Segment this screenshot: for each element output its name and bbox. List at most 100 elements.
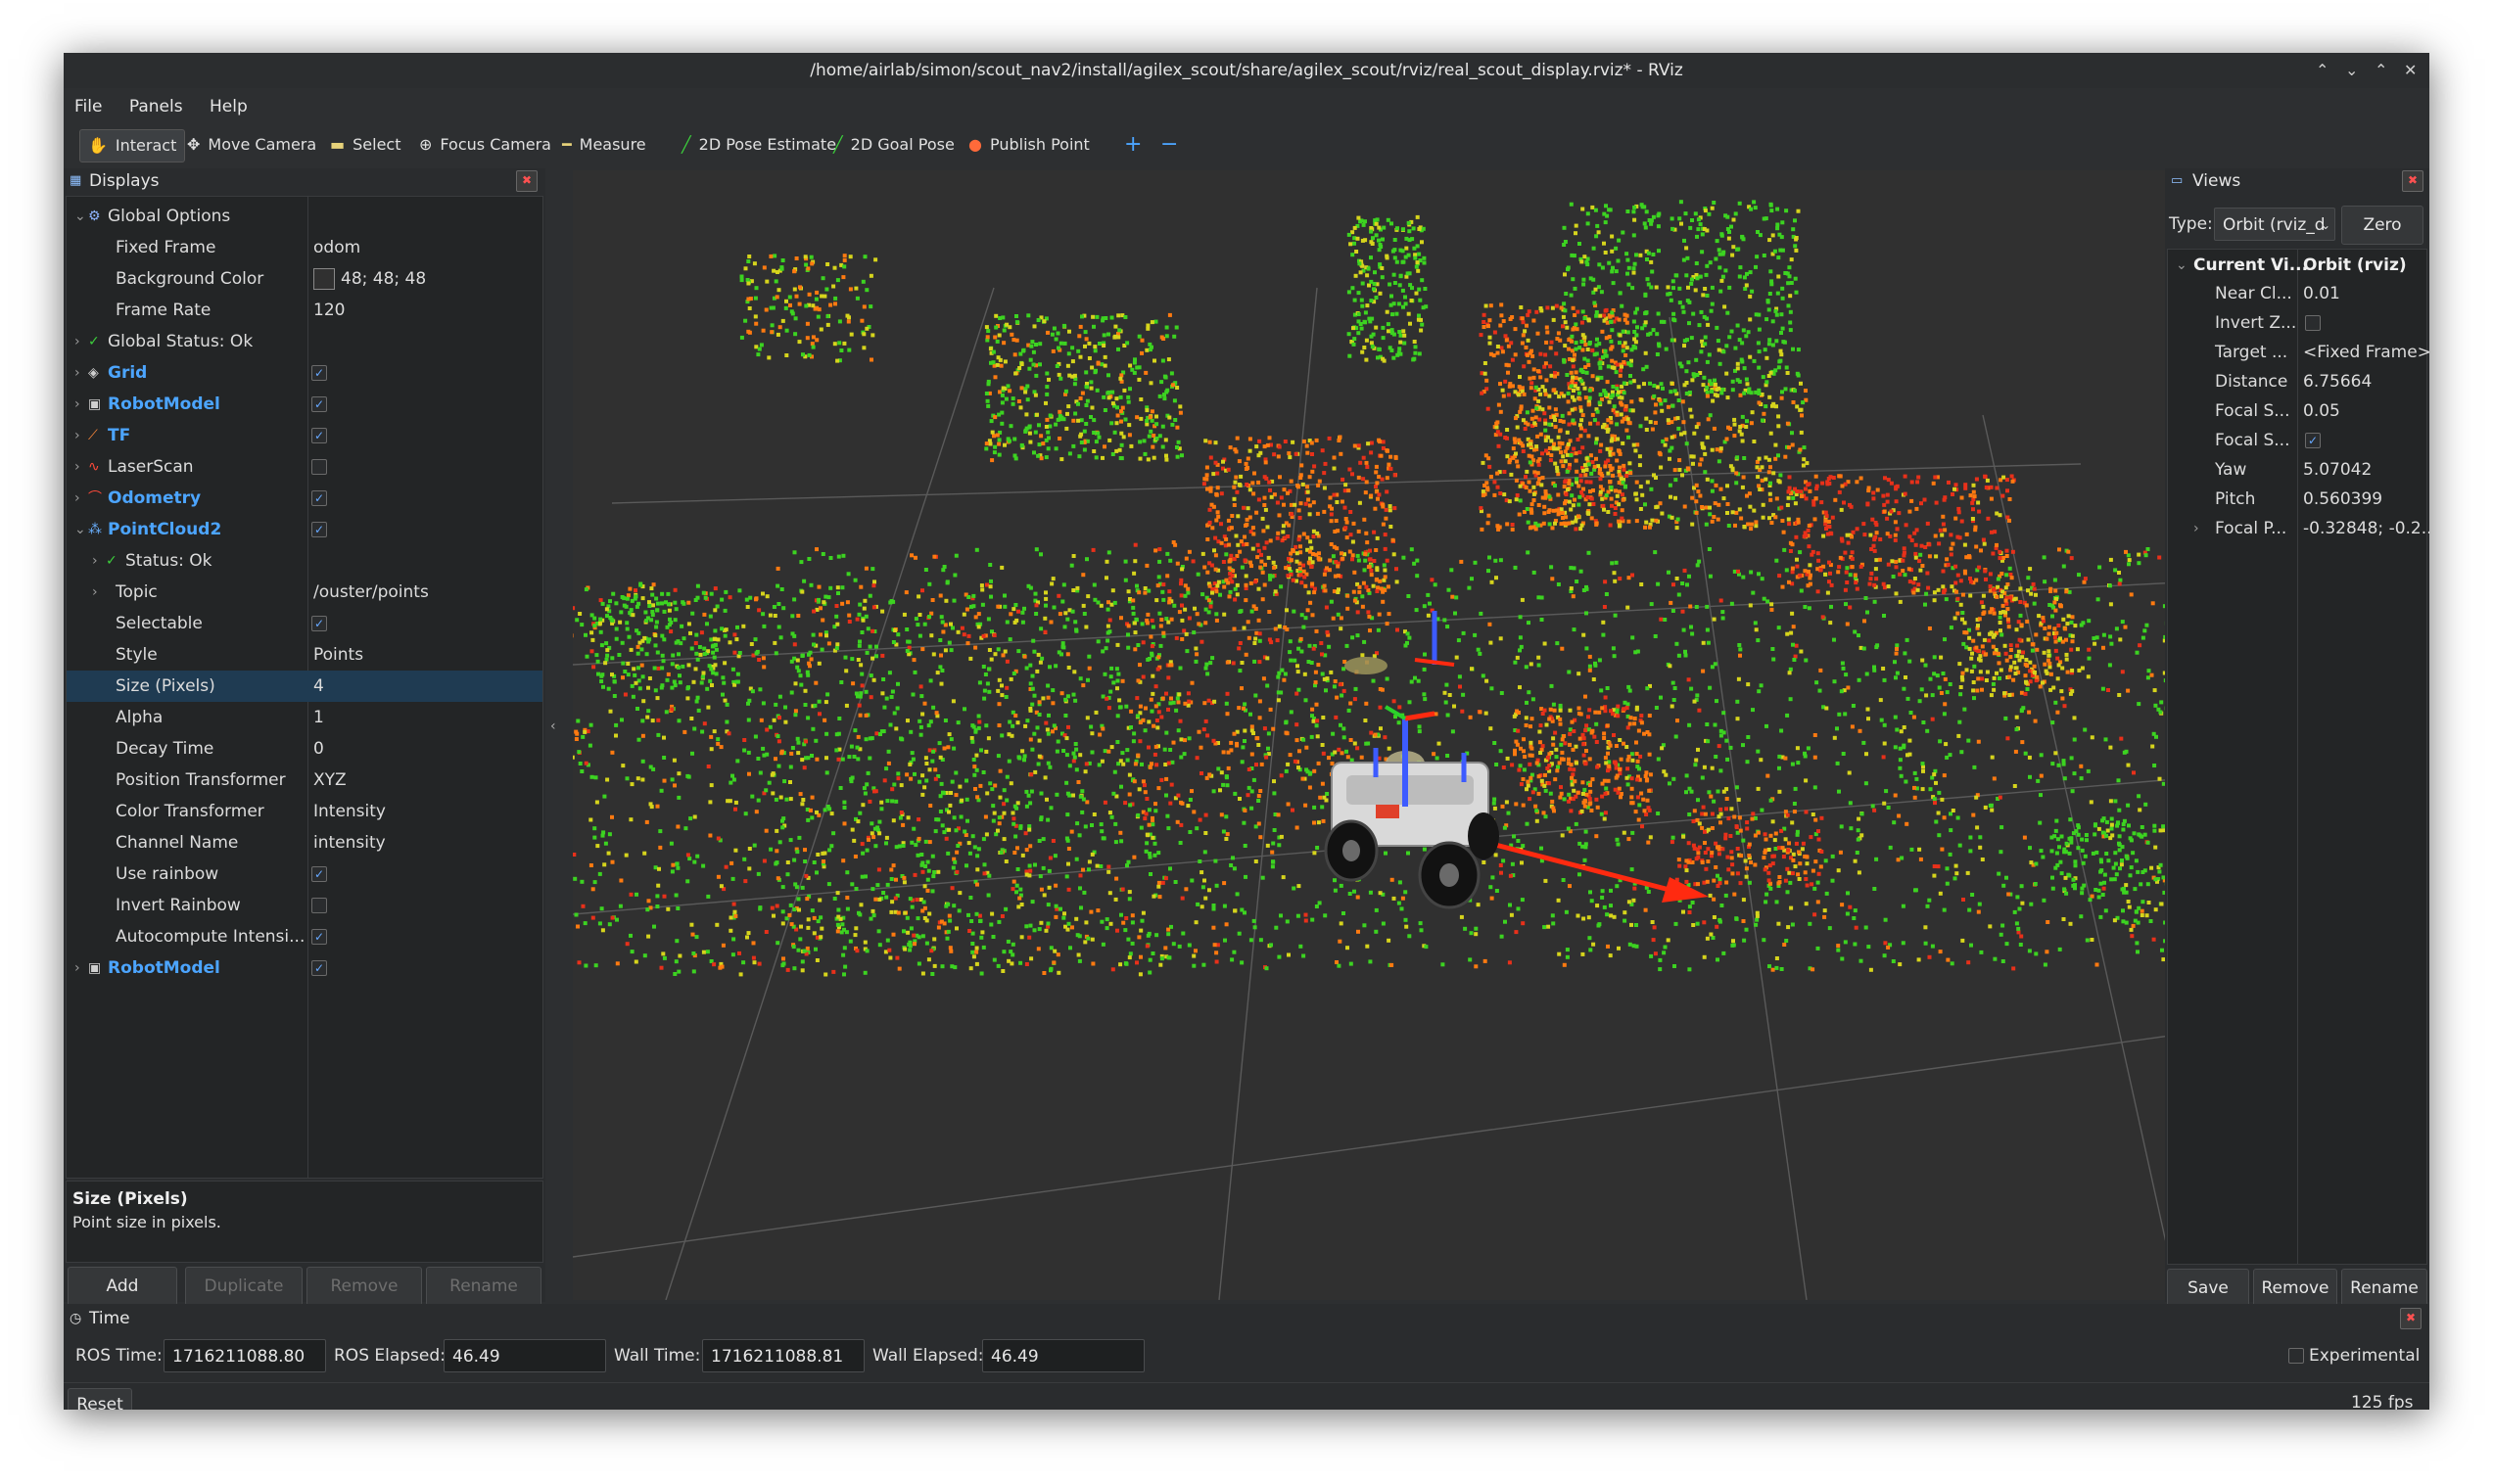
menu-help[interactable]: Help <box>199 90 259 123</box>
select-tool[interactable]: ▬ Select <box>330 129 400 161</box>
view-property-row[interactable]: Invert Z... <box>2168 308 2426 338</box>
display-row[interactable]: › ◈ Grid ✓ <box>67 357 542 389</box>
view-property-row[interactable]: Focal S... 0.05 <box>2168 396 2426 426</box>
chevron-down-icon[interactable]: ⌄ <box>74 514 86 545</box>
display-row-value[interactable]: intensity <box>313 827 386 858</box>
rename-view-button[interactable]: Rename <box>2341 1269 2427 1308</box>
display-row-value[interactable]: odom <box>313 232 360 263</box>
collapse-left-icon[interactable]: ‹ <box>550 719 556 734</box>
display-checkbox[interactable] <box>311 898 327 913</box>
display-row[interactable]: Background Color 48; 48; 48 <box>67 263 542 295</box>
view-property-row[interactable]: › Focal P... -0.32848; -0.2... <box>2168 514 2429 543</box>
display-row-value[interactable]: Intensity <box>313 796 386 827</box>
rename-display-button[interactable]: Rename <box>426 1267 541 1306</box>
display-row[interactable]: Channel Name intensity <box>67 827 542 858</box>
display-row[interactable]: Decay Time 0 <box>67 733 542 765</box>
display-checkbox[interactable]: ✓ <box>311 522 327 537</box>
chevron-right-icon[interactable]: › <box>92 577 98 608</box>
measure-tool[interactable]: ━ Measure <box>562 129 646 161</box>
goal-pose-tool[interactable]: ╱ 2D Goal Pose <box>833 129 955 161</box>
display-checkbox[interactable]: ✓ <box>311 616 327 631</box>
publish-point-tool[interactable]: ● Publish Point <box>968 129 1090 161</box>
display-checkbox[interactable]: ✓ <box>311 396 327 412</box>
display-row-value[interactable]: XYZ <box>313 765 347 796</box>
display-row[interactable]: › Topic/ouster/points <box>67 577 542 608</box>
display-row[interactable]: ⌄ ⚙ Global Options <box>67 201 542 232</box>
display-checkbox[interactable]: ✓ <box>311 428 327 443</box>
move-camera-tool[interactable]: ✥ Move Camera <box>187 129 316 161</box>
chevron-right-icon[interactable]: › <box>74 952 80 984</box>
display-row-value[interactable]: 48; 48; 48 <box>313 263 426 295</box>
add-tool-icon[interactable]: + <box>1124 129 1142 161</box>
display-row[interactable]: › ⌒ Odometry ✓ <box>67 483 542 514</box>
display-row[interactable]: Autocompute Intensi... ✓ <box>67 921 542 952</box>
display-checkbox[interactable]: ✓ <box>311 490 327 506</box>
display-row-value[interactable]: /ouster/points <box>313 577 429 608</box>
display-row[interactable]: Size (Pixels) 4 <box>67 671 542 702</box>
display-row[interactable]: Alpha 1 <box>67 702 542 733</box>
menu-file[interactable]: File <box>64 90 113 123</box>
chevron-down-icon[interactable]: ⌄ <box>2176 250 2187 281</box>
display-checkbox[interactable]: ✓ <box>311 866 327 882</box>
chevron-down-icon[interactable]: ⌄ <box>74 201 86 232</box>
ros-time-field[interactable]: 1716211088.80 <box>164 1339 326 1372</box>
chevron-right-icon[interactable]: › <box>74 326 80 357</box>
displays-close-icon[interactable]: ✖ <box>516 170 538 192</box>
display-checkbox[interactable]: ✓ <box>311 929 327 945</box>
current-view-row[interactable]: ⌄ Current Vi... Orbit (rviz) <box>2168 250 2426 281</box>
chevron-right-icon[interactable]: › <box>74 389 80 420</box>
display-row[interactable]: › ✓ Status: Ok <box>67 545 542 577</box>
save-view-button[interactable]: Save <box>2167 1269 2249 1308</box>
display-row-value[interactable]: 4 <box>313 671 324 702</box>
chevron-right-icon[interactable]: › <box>92 545 98 577</box>
point-cloud-scene[interactable] <box>573 170 2198 1300</box>
view-property-value[interactable]: 6.75664 <box>2303 367 2372 396</box>
view-property-row[interactable]: Focal S... ✓ <box>2168 426 2426 455</box>
render-viewport[interactable] <box>573 170 2198 1300</box>
shade-icon[interactable]: ⌃ <box>2316 53 2328 88</box>
view-property-value[interactable]: 5.07042 <box>2303 455 2372 485</box>
view-property-value[interactable]: 0.01 <box>2303 279 2340 308</box>
time-close-icon[interactable]: ✖ <box>2400 1308 2422 1329</box>
view-property-value[interactable]: 0.05 <box>2303 396 2340 426</box>
display-row[interactable]: Selectable ✓ <box>67 608 542 639</box>
experimental-checkbox[interactable] <box>2288 1348 2304 1364</box>
display-row[interactable]: › ∿ LaserScan <box>67 451 542 483</box>
display-row-value[interactable]: 0 <box>313 733 324 765</box>
view-property-value[interactable]: <Fixed Frame> <box>2303 338 2429 367</box>
display-row[interactable]: › ▣ RobotModel ✓ <box>67 389 542 420</box>
display-row[interactable]: › ⟋ TF ✓ <box>67 420 542 451</box>
display-row-value[interactable]: 120 <box>313 295 345 326</box>
pose-estimate-tool[interactable]: ╱ 2D Pose Estimate <box>682 129 836 161</box>
view-property-row[interactable]: Yaw 5.07042 <box>2168 455 2426 485</box>
chevron-right-icon[interactable]: › <box>74 483 80 514</box>
view-property-value[interactable]: 0.560399 <box>2303 485 2382 514</box>
maximize-icon[interactable]: ⌃ <box>2375 53 2387 88</box>
display-row[interactable]: Use rainbow ✓ <box>67 858 542 890</box>
chevron-right-icon[interactable]: › <box>74 420 80 451</box>
wall-time-field[interactable]: 1716211088.81 <box>702 1339 865 1372</box>
remove-display-button[interactable]: Remove <box>306 1267 422 1306</box>
view-property-row[interactable]: Pitch 0.560399 <box>2168 485 2426 514</box>
interact-tool[interactable]: ✋ Interact <box>79 129 186 162</box>
chevron-right-icon[interactable]: › <box>74 357 80 389</box>
duplicate-display-button[interactable]: Duplicate <box>185 1267 303 1306</box>
view-property-row[interactable]: Target ... <Fixed Frame> <box>2168 338 2429 367</box>
display-checkbox[interactable]: ✓ <box>311 365 327 381</box>
add-display-button[interactable]: Add <box>68 1267 177 1306</box>
display-row[interactable]: ⌄ ⁂ PointCloud2 ✓ <box>67 514 542 545</box>
display-row[interactable]: Invert Rainbow <box>67 890 542 921</box>
display-row-value[interactable]: Points <box>313 639 363 671</box>
remove-view-button[interactable]: Remove <box>2253 1269 2337 1308</box>
remove-tool-icon[interactable]: − <box>1160 129 1178 161</box>
zero-button[interactable]: Zero <box>2341 206 2423 245</box>
display-row[interactable]: Color Transformer Intensity <box>67 796 542 827</box>
chevron-right-icon[interactable]: › <box>74 451 80 483</box>
wall-elapsed-field[interactable]: 46.49 <box>982 1339 1145 1372</box>
focus-camera-tool[interactable]: ⊕ Focus Camera <box>419 129 551 161</box>
display-row[interactable]: Style Points <box>67 639 542 671</box>
display-row[interactable]: Position Transformer XYZ <box>67 765 542 796</box>
menu-panels[interactable]: Panels <box>118 90 194 123</box>
close-icon[interactable]: ✕ <box>2404 53 2417 88</box>
view-property-row[interactable]: Distance 6.75664 <box>2168 367 2426 396</box>
